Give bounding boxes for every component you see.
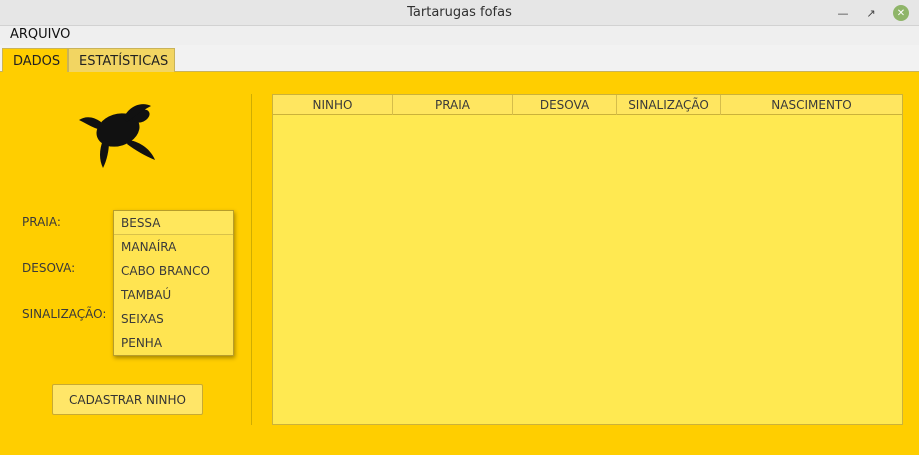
tab-estatisticas[interactable]: ESTATÍSTICAS xyxy=(68,48,175,73)
menu-arquivo[interactable]: ARQUIVO xyxy=(10,27,70,42)
dados-panel: PRAIA: DESOVA: SINALIZAÇÃO: BESSA MANAÍR… xyxy=(0,72,919,455)
close-icon: ✕ xyxy=(893,5,909,21)
minimize-icon[interactable]: — xyxy=(834,4,852,22)
tab-bar: DADOS ESTATÍSTICAS xyxy=(0,45,919,73)
sinalizacao-label: SINALIZAÇÃO: xyxy=(22,307,107,321)
praia-option[interactable]: TAMBAÚ xyxy=(114,283,233,307)
maximize-icon[interactable]: ↗ xyxy=(862,4,880,22)
praia-option[interactable]: PENHA xyxy=(114,331,233,355)
nests-table[interactable]: NINHO PRAIA DESOVA SINALIZAÇÃO NASCIMENT… xyxy=(272,94,903,425)
close-button[interactable]: ✕ xyxy=(892,4,910,22)
desova-label: DESOVA: xyxy=(22,261,76,275)
column-header-ninho[interactable]: NINHO xyxy=(273,95,393,115)
praia-dropdown-list[interactable]: BESSA MANAÍRA CABO BRANCO TAMBAÚ SEIXAS … xyxy=(113,210,234,356)
window-title: Tartarugas fofas xyxy=(407,5,512,20)
cadastrar-ninho-button[interactable]: CADASTRAR NINHO xyxy=(52,384,203,415)
praia-option[interactable]: MANAÍRA xyxy=(114,235,233,259)
praia-label: PRAIA: xyxy=(22,215,61,229)
praia-option[interactable]: BESSA xyxy=(114,211,233,235)
title-bar: Tartarugas fofas — ↗ ✕ xyxy=(0,0,919,26)
praia-option[interactable]: CABO BRANCO xyxy=(114,259,233,283)
column-header-desova[interactable]: DESOVA xyxy=(513,95,617,115)
column-header-sinalizacao[interactable]: SINALIZAÇÃO xyxy=(617,95,721,115)
column-header-nascimento[interactable]: NASCIMENTO xyxy=(721,95,902,115)
turtle-icon xyxy=(71,94,161,176)
column-header-praia[interactable]: PRAIA xyxy=(393,95,513,115)
menu-bar: ARQUIVO xyxy=(0,26,919,45)
table-header: NINHO PRAIA DESOVA SINALIZAÇÃO NASCIMENT… xyxy=(273,95,902,115)
panel-divider xyxy=(251,94,252,425)
praia-option[interactable]: SEIXAS xyxy=(114,307,233,331)
tab-dados[interactable]: DADOS xyxy=(2,48,68,73)
